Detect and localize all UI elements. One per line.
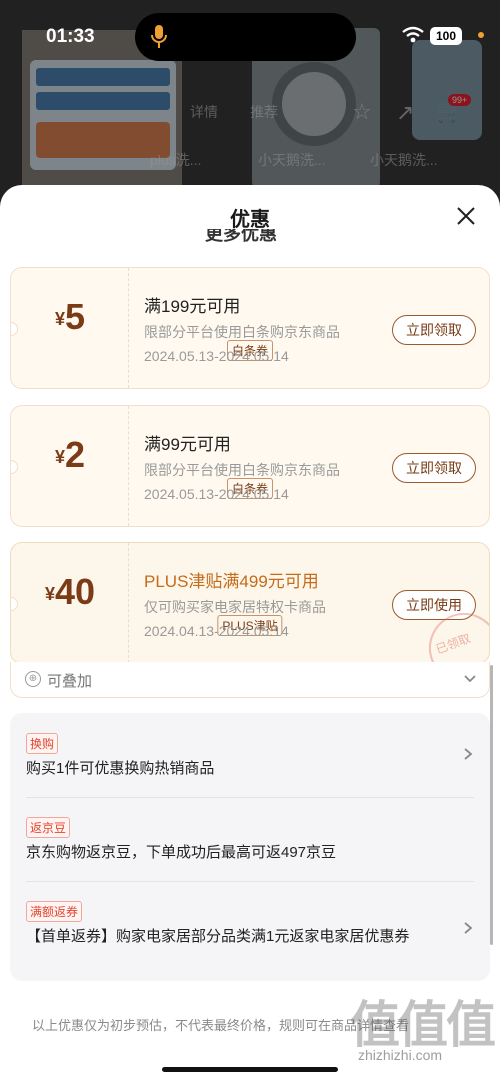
stackable-label: 可叠加: [47, 673, 93, 690]
promo-item[interactable]: 满额返券 【首单返券】购家电家居部分品类满1元返家电家居优惠券: [10, 881, 490, 981]
promo-tag: 换购: [26, 733, 59, 754]
promo-text: 京东购物返京豆，下单成功后最高可返497京豆: [26, 844, 337, 861]
close-icon[interactable]: [455, 205, 477, 227]
chevron-right-icon: [464, 748, 473, 760]
coupon-desc: 限部分平台使用白条购京东商品: [144, 324, 340, 340]
promo-text: 购买1件可优惠换购热销商品: [26, 760, 215, 777]
coupon-card: ¥5 白条券 满199元可用 限部分平台使用白条购京东商品 2024.05.13…: [10, 267, 490, 389]
section-heading-peek: 更多优惠: [205, 229, 277, 244]
stack-icon: ⊕: [25, 671, 41, 687]
promo-text: 【首单返券】购家电家居部分品类满1元返家电家居优惠券: [26, 928, 410, 945]
microphone-icon: [151, 25, 167, 48]
stackable-row[interactable]: ⊕ 可叠加: [10, 662, 490, 698]
promo-item[interactable]: 换购 购买1件可优惠换购热销商品: [10, 713, 490, 797]
coupon-amount: ¥2: [54, 434, 86, 475]
coupon-desc: 仅可购买家电家居特权卡商品: [144, 599, 326, 615]
chevron-down-icon: [464, 675, 476, 683]
status-dot: [478, 32, 484, 38]
promo-item: 返京豆 京东购物返京豆，下单成功后最高可返497京豆: [10, 797, 490, 881]
status-time: 01:33: [46, 26, 95, 47]
dynamic-island: [135, 13, 356, 61]
scrollbar[interactable]: [490, 665, 493, 945]
coupon-card: ¥2 白条券 满99元可用 限部分平台使用白条购京东商品 2024.05.13-…: [10, 405, 490, 527]
coupon-date: 2024.05.13-2024.05.14: [144, 486, 289, 502]
plus-coupon-card: ¥40 PLUS津贴 PLUS津贴满499元可用 仅可购买家电家居特权卡商品 2…: [10, 542, 490, 664]
coupon-date: 2024.04.13-2024.05.14: [144, 623, 289, 639]
coupon-amount: ¥40: [44, 571, 96, 612]
promo-tag: 返京豆: [26, 817, 71, 838]
claim-coupon-button[interactable]: 立即领取: [392, 453, 476, 483]
coupon-sheet: 优惠 更多优惠 ¥5 白条券 满199元可用 限部分平台使用白条购京东商品 20…: [0, 185, 500, 1083]
wifi-icon: [402, 26, 424, 43]
promotions-panel: 换购 购买1件可优惠换购热销商品 返京豆 京东购物返京豆，下单成功后最高可返49…: [10, 713, 490, 981]
coupon-amount: ¥5: [54, 296, 86, 337]
home-indicator[interactable]: [162, 1067, 338, 1072]
coupon-date: 2024.05.13-2024.05.14: [144, 348, 289, 364]
coupon-title: PLUS津贴满499元可用: [144, 572, 319, 591]
coupon-title: 满199元可用: [144, 297, 241, 316]
chevron-right-icon: [464, 922, 473, 934]
sheet-title: 优惠: [230, 209, 270, 231]
promo-tag: 满额返券: [26, 901, 83, 922]
coupon-title: 满99元可用: [144, 435, 231, 454]
battery-indicator: 100: [430, 27, 462, 45]
claim-coupon-button[interactable]: 立即领取: [392, 315, 476, 345]
coupon-desc: 限部分平台使用白条购京东商品: [144, 462, 340, 478]
watermark-logo: 值值值 zhizhizhi.com: [350, 997, 496, 1063]
